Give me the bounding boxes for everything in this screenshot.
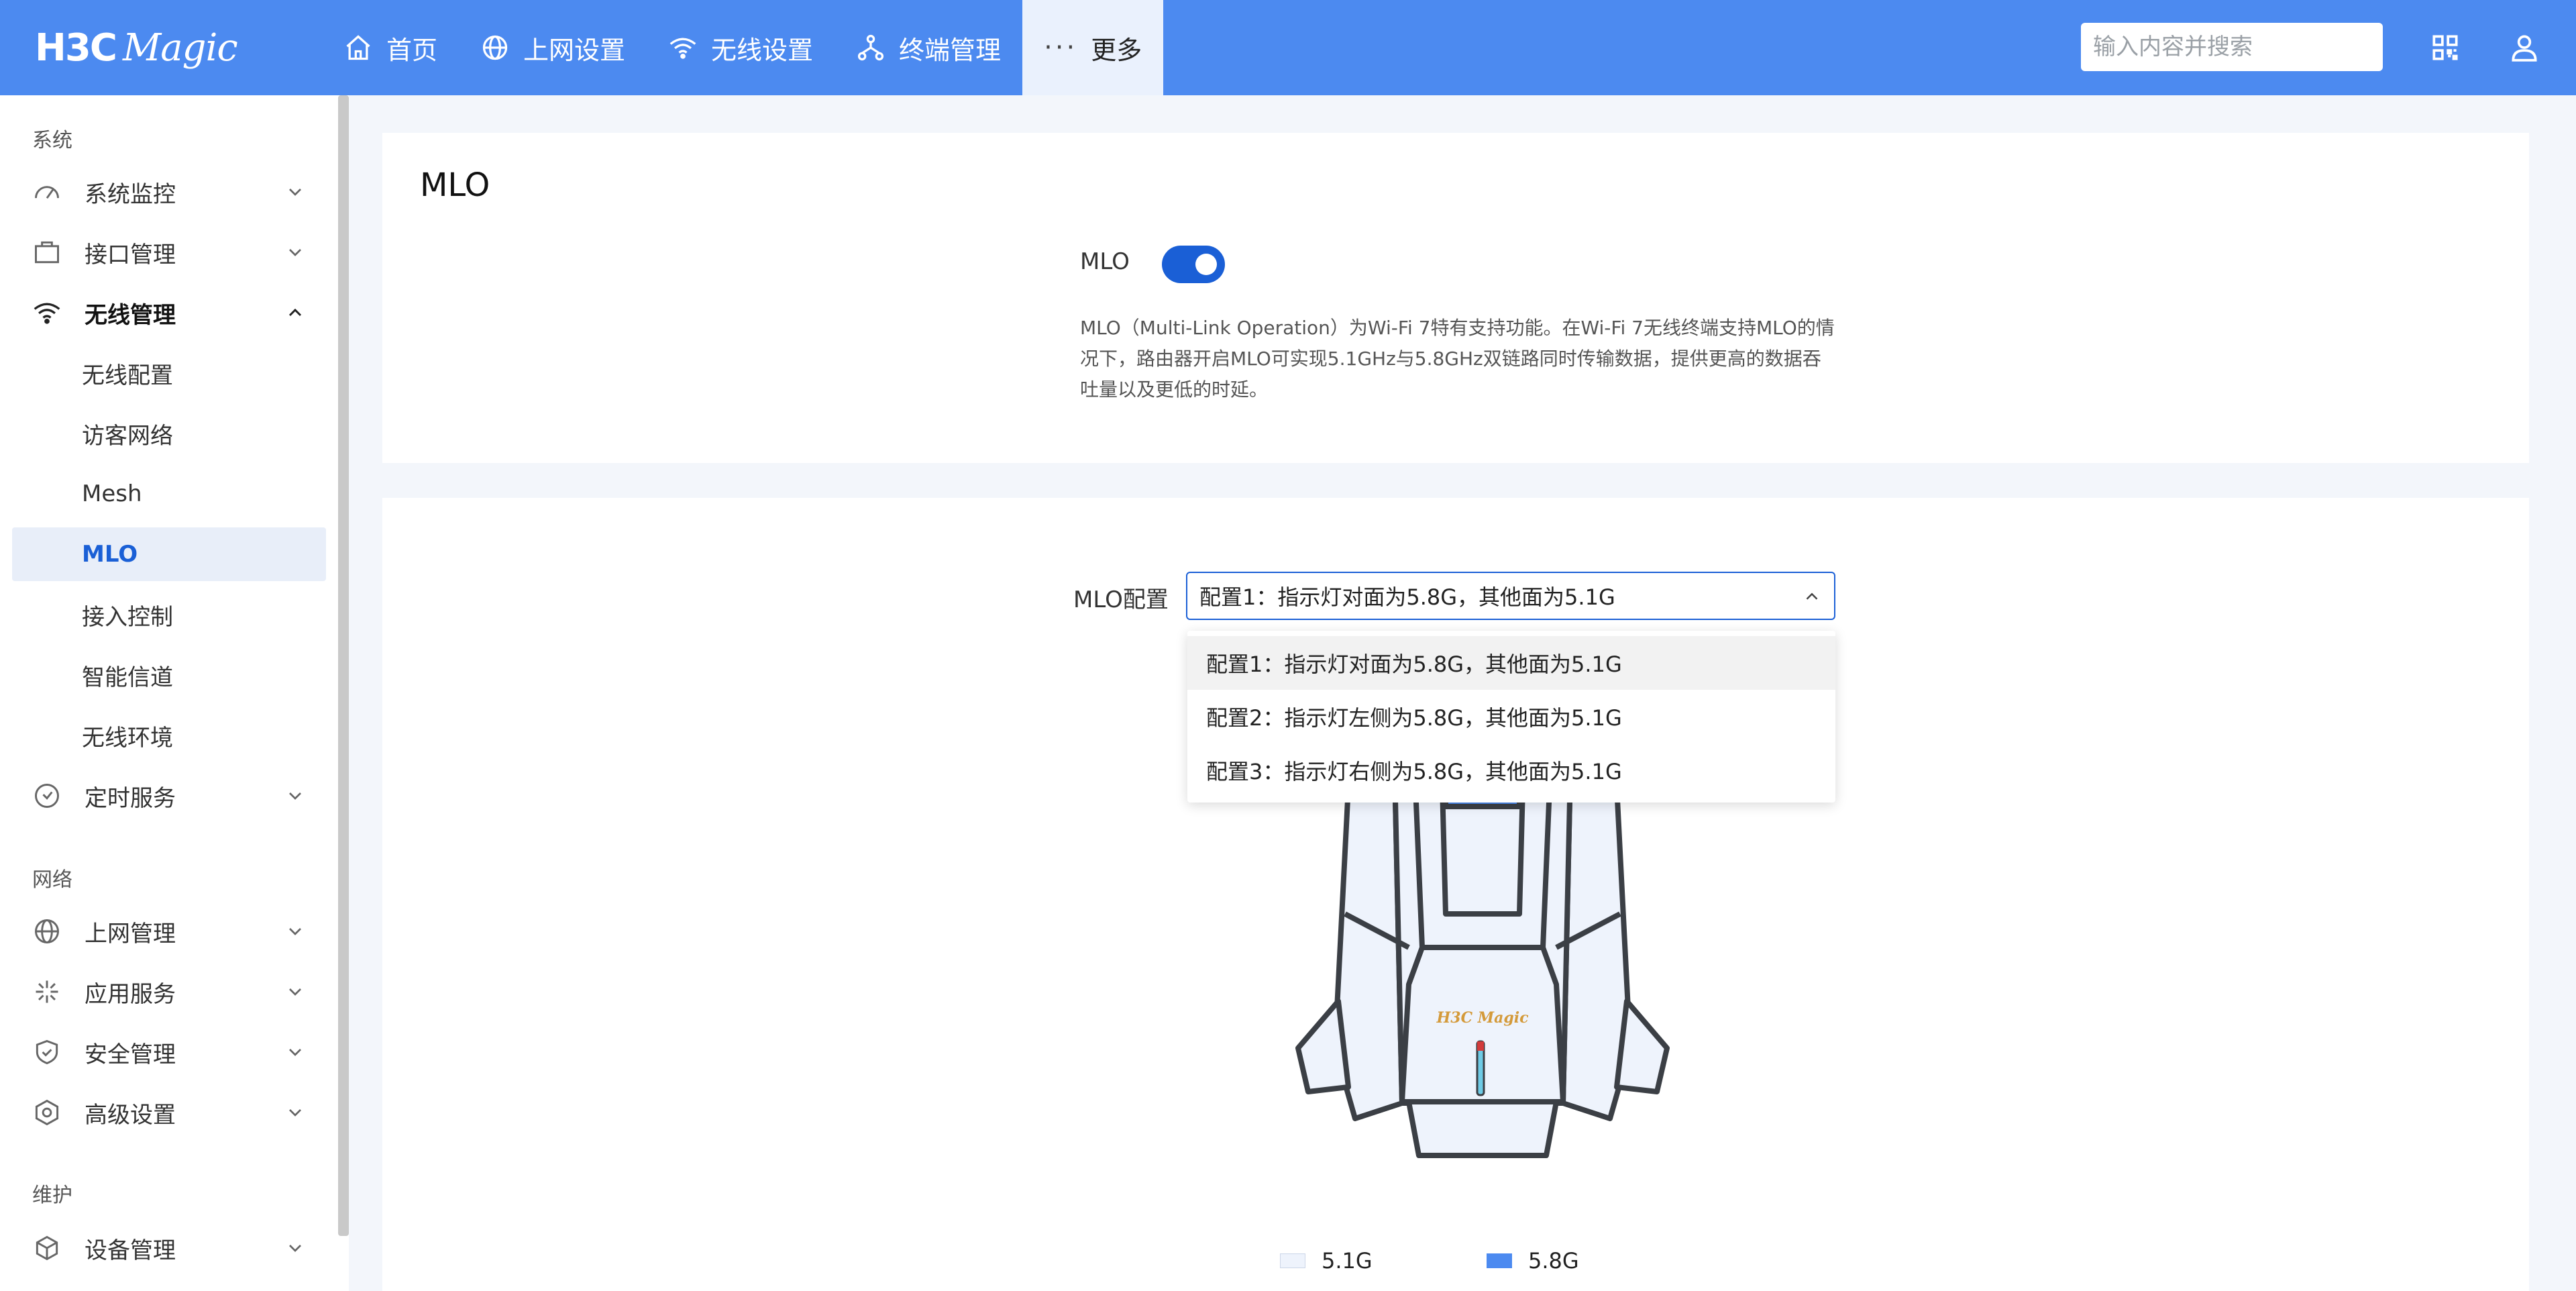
chevron-down-icon — [289, 928, 301, 935]
nav-internet-label: 上网设置 — [523, 35, 626, 65]
dropdown-option-config-2[interactable]: 配置2：指示灯左侧为5.8G，其他面为5.1G — [1187, 690, 1835, 743]
sidebar-item-label: 系统监控 — [85, 180, 176, 208]
chevron-down-icon — [289, 988, 301, 996]
chevron-up-icon — [288, 308, 302, 317]
sidebar-item-label: 应用服务 — [85, 980, 176, 1008]
router-logo-text: H3C Magic — [1436, 1009, 1529, 1027]
legend-5-1g: 5.1G — [1280, 1248, 1373, 1274]
sidebar-item-label: 高级设置 — [85, 1101, 176, 1129]
gauge-icon — [35, 186, 59, 199]
mlo-config-label: MLO配置 — [1073, 586, 1169, 613]
dropdown-option-config-3[interactable]: 配置3：指示灯右侧为5.8G，其他面为5.1G — [1187, 743, 1835, 797]
chevron-up-icon — [1806, 592, 1818, 600]
logo-main-text: H3C — [35, 25, 117, 70]
chevron-down-icon — [289, 1245, 301, 1252]
chevron-down-icon — [289, 249, 301, 256]
gear-icon — [35, 1099, 59, 1126]
sidebar-item-label: 接口管理 — [85, 241, 176, 268]
sidebar-subitem-mlo[interactable]: MLO — [12, 527, 326, 581]
mlo-toggle-label: MLO — [1080, 248, 1130, 275]
search-input[interactable] — [2093, 34, 2377, 60]
mlo-toggle-switch[interactable] — [1162, 246, 1225, 283]
sidebar-item-security[interactable]: 安全管理 — [12, 1025, 326, 1079]
globe-icon — [482, 35, 508, 60]
nav-home-label: 首页 — [386, 35, 438, 65]
chevron-down-icon — [289, 189, 301, 196]
chevron-down-icon — [289, 1049, 301, 1056]
mlo-toggle-card: MLO MLO MLO（Multi-Link Operation）为Wi-Fi … — [382, 133, 2529, 463]
sidebar-item-label: 无线管理 — [85, 301, 176, 329]
legend-label: 5.8G — [1528, 1248, 1579, 1274]
chevron-down-icon — [289, 1109, 301, 1117]
router-illustration: H3C Magic — [1295, 780, 1670, 1158]
sidebar-scrollbar-thumb[interactable] — [338, 95, 349, 1236]
sidebar-scrollbar[interactable] — [338, 95, 349, 1291]
page-title: MLO — [420, 166, 490, 204]
mlo-description: MLO（Multi-Link Operation）为Wi-Fi 7特有支持功能。… — [1080, 317, 1835, 401]
sidebar-subitem-smart-channel[interactable]: 智能信道 — [12, 648, 326, 702]
section-network: 网络 — [32, 868, 72, 892]
logo-sub-text: Magic — [122, 25, 238, 70]
top-nav: 首页 上网设置 无线设置 终端管理 ··· 更多 — [322, 0, 1164, 95]
sidebar-item-label: 设备管理 — [85, 1237, 176, 1264]
sidebar-item-monitor[interactable]: 系统监控 — [12, 165, 326, 219]
more-icon: ··· — [1044, 32, 1078, 63]
legend-swatch — [1280, 1253, 1305, 1268]
nav-home[interactable]: 首页 — [322, 0, 459, 95]
sidebar-item-wireless[interactable]: 无线管理 — [12, 286, 326, 340]
sidebar-subitem-wireless-env[interactable]: 无线环境 — [12, 709, 326, 762]
network-icon — [857, 34, 884, 61]
legend-swatch — [1487, 1253, 1512, 1268]
sidebar-subitem-access-control[interactable]: 接入控制 — [12, 588, 326, 641]
cube-icon — [36, 1235, 58, 1261]
sidebar-item-label: 安全管理 — [85, 1041, 176, 1068]
sidebar-item-apps[interactable]: 应用服务 — [12, 965, 326, 1019]
wifi-icon — [669, 38, 696, 59]
sidebar-subitem-wireless-config[interactable]: 无线配置 — [12, 346, 326, 400]
sidebar-item-device[interactable]: 设备管理 — [12, 1221, 326, 1275]
user-icon[interactable] — [2508, 31, 2541, 64]
interface-icon — [35, 241, 59, 264]
sidebar-item-label: 上网管理 — [85, 920, 176, 947]
sidebar: 系统 系统监控 接口管理 无线管理 无线配置 访客网络 Mesh MLO 接入控… — [0, 95, 338, 1291]
wifi-icon — [34, 303, 60, 324]
sidebar-subitem-mesh[interactable]: Mesh — [12, 467, 326, 521]
sidebar-item-advanced[interactable]: 高级设置 — [12, 1086, 326, 1139]
search-box — [2081, 23, 2383, 71]
nav-wireless-label: 无线设置 — [711, 35, 814, 65]
sidebar-item-label: 定时服务 — [85, 784, 176, 812]
globe-icon — [35, 919, 59, 943]
qr-code-icon[interactable] — [2428, 31, 2462, 64]
nav-internet-settings[interactable]: 上网设置 — [459, 0, 647, 95]
nav-more[interactable]: ··· 更多 — [1022, 0, 1164, 95]
brand-logo[interactable]: H3C Magic — [35, 24, 238, 71]
clock-icon — [35, 784, 59, 808]
sidebar-item-timer[interactable]: 定时服务 — [12, 769, 326, 823]
legend-label: 5.1G — [1322, 1248, 1373, 1274]
sidebar-subitem-guest-network[interactable]: 访客网络 — [12, 407, 326, 460]
nav-terminal-management[interactable]: 终端管理 — [835, 0, 1022, 95]
select-value: 配置1：指示灯对面为5.8G，其他面为5.1G — [1199, 584, 1615, 610]
sidebar-item-interface[interactable]: 接口管理 — [12, 225, 326, 279]
nav-terminal-label: 终端管理 — [899, 35, 1002, 65]
section-system: 系统 — [32, 129, 72, 152]
mlo-config-card: MLO配置 配置1：指示灯对面为5.8G，其他面为5.1G 配置1：指示灯对面为… — [382, 498, 2529, 1291]
legend-5-8g: 5.8G — [1487, 1248, 1579, 1274]
nav-wireless-settings[interactable]: 无线设置 — [647, 0, 835, 95]
sidebar-item-internet[interactable]: 上网管理 — [12, 905, 326, 958]
dropdown-option-config-1[interactable]: 配置1：指示灯对面为5.8G，其他面为5.1G — [1187, 636, 1835, 690]
mlo-config-select[interactable]: 配置1：指示灯对面为5.8G，其他面为5.1G — [1186, 572, 1835, 620]
home-icon — [346, 35, 370, 60]
shield-icon — [36, 1039, 58, 1065]
chevron-down-icon — [289, 792, 301, 800]
toggle-knob — [1195, 254, 1217, 275]
top-header: H3C Magic 首页 上网设置 无线设置 终端管理 ··· 更多 — [0, 0, 2576, 95]
apps-icon — [36, 980, 58, 1003]
section-maintenance: 维护 — [32, 1184, 72, 1207]
mlo-config-dropdown: 配置1：指示灯对面为5.8G，其他面为5.1G 配置2：指示灯左侧为5.8G，其… — [1187, 631, 1835, 803]
nav-more-label: 更多 — [1091, 35, 1142, 65]
